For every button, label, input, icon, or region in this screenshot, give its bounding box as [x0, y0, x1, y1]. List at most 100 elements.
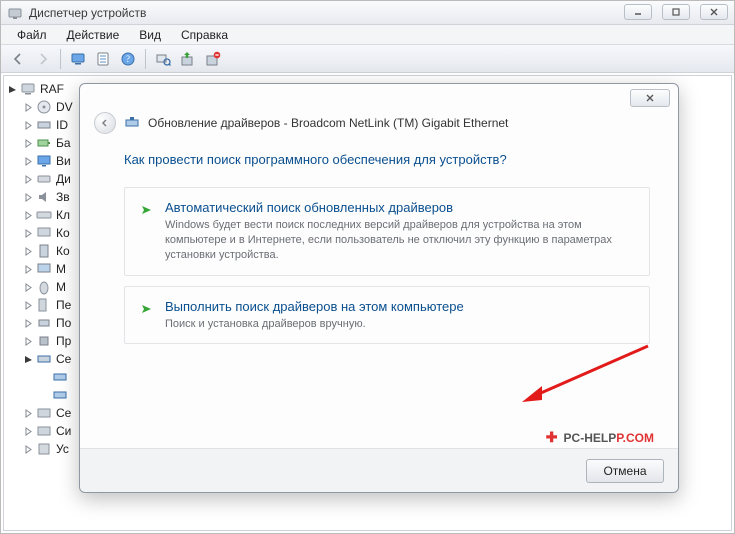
window-title: Диспетчер устройств — [29, 6, 146, 20]
tree-item-label: Ус — [56, 442, 69, 456]
watermark-text-a: PC-HELP — [564, 431, 617, 445]
toolbar-back-icon[interactable] — [7, 48, 29, 70]
collapse-icon[interactable] — [6, 83, 18, 95]
tree-item-label: Зв — [56, 190, 70, 204]
minimize-button[interactable] — [624, 4, 652, 20]
dialog-body: Как провести поиск программного обеспече… — [80, 142, 678, 448]
expand-icon[interactable] — [22, 101, 34, 113]
system-icon — [36, 405, 52, 421]
menu-help[interactable]: Справка — [171, 26, 238, 44]
app-icon — [7, 5, 23, 21]
watermark-text-b: P.COM — [616, 431, 654, 445]
tree-item-label: ID — [56, 118, 68, 132]
tree-item-label: Ди — [56, 172, 71, 186]
audio-icon — [36, 189, 52, 205]
expand-icon[interactable] — [22, 191, 34, 203]
dialog-title: Обновление драйверов - Broadcom NetLink … — [148, 116, 508, 130]
tree-item-label: М — [56, 262, 66, 276]
toolbar-uninstall-icon[interactable] — [202, 48, 224, 70]
expand-icon[interactable] — [22, 263, 34, 275]
expand-icon[interactable] — [22, 209, 34, 221]
nic-icon — [52, 387, 68, 403]
toolbar-scan-icon[interactable] — [152, 48, 174, 70]
collapse-icon[interactable] — [22, 353, 34, 365]
menu-action[interactable]: Действие — [57, 26, 130, 44]
toolbar: ? — [1, 45, 734, 73]
device-icon — [124, 115, 140, 131]
cancel-button[interactable]: Отмена — [586, 459, 664, 483]
dialog-header: Обновление драйверов - Broadcom NetLink … — [80, 112, 678, 142]
arrow-right-icon — [139, 299, 155, 332]
monitor-icon — [36, 261, 52, 277]
arrow-right-icon — [139, 200, 155, 263]
processor-icon — [36, 333, 52, 349]
expand-icon[interactable] — [22, 155, 34, 167]
dialog-back-button[interactable] — [94, 112, 116, 134]
option-auto-desc: Windows будет вести поиск последних верс… — [165, 218, 635, 263]
toolbar-update-driver-icon[interactable] — [177, 48, 199, 70]
titlebar: Диспетчер устройств — [1, 1, 734, 25]
maximize-button[interactable] — [662, 4, 690, 20]
menu-view[interactable]: Вид — [129, 26, 171, 44]
expand-icon[interactable] — [22, 281, 34, 293]
ide-icon — [36, 117, 52, 133]
menubar: Файл Действие Вид Справка — [1, 25, 734, 45]
option-browse-computer[interactable]: Выполнить поиск драйверов на этом компью… — [124, 286, 650, 345]
hid-icon — [36, 441, 52, 457]
keyboard-icon — [36, 207, 52, 223]
option-auto-search[interactable]: Автоматический поиск обновленных драйвер… — [124, 187, 650, 276]
tree-item-label: Ви — [56, 154, 71, 168]
plus-icon: ✚ — [546, 429, 558, 446]
computer-icon — [20, 81, 36, 97]
computer-icon — [36, 225, 52, 241]
toolbar-forward-icon[interactable] — [32, 48, 54, 70]
tree-item-label: Ко — [56, 244, 70, 258]
tree-item-label: DV — [56, 100, 73, 114]
tree-item-label: Пе — [56, 298, 71, 312]
nic-icon — [52, 369, 68, 385]
menu-file[interactable]: Файл — [7, 26, 57, 44]
dialog-footer: Отмена — [80, 448, 678, 492]
tree-item-label: Се — [56, 352, 71, 366]
expand-icon[interactable] — [22, 245, 34, 257]
watermark: ✚ PC-HELPP.COM — [546, 429, 654, 446]
dialog-topstrip — [80, 84, 678, 112]
tree-item-label: М — [56, 280, 66, 294]
tree-item-label: Ко — [56, 226, 70, 240]
tree-item-label: Си — [56, 424, 71, 438]
dialog-close-button[interactable] — [630, 89, 670, 107]
tree-root-label: RAF — [40, 82, 64, 96]
expand-icon[interactable] — [22, 227, 34, 239]
driver-update-dialog: Обновление драйверов - Broadcom NetLink … — [79, 83, 679, 493]
option-auto-title: Автоматический поиск обновленных драйвер… — [165, 200, 635, 215]
svg-text:?: ? — [126, 54, 130, 64]
expand-icon[interactable] — [22, 137, 34, 149]
port-icon — [36, 315, 52, 331]
option-browse-title: Выполнить поиск драйверов на этом компью… — [165, 299, 635, 314]
tree-item-label: По — [56, 316, 71, 330]
disc-icon — [36, 99, 52, 115]
expand-icon[interactable] — [22, 317, 34, 329]
tree-item-label: Пр — [56, 334, 71, 348]
dialog-question: Как провести поиск программного обеспече… — [124, 152, 650, 167]
expand-icon[interactable] — [22, 425, 34, 437]
close-button[interactable] — [700, 4, 728, 20]
mouse-icon — [36, 279, 52, 295]
expand-icon[interactable] — [22, 443, 34, 455]
system-icon — [36, 423, 52, 439]
expand-icon[interactable] — [22, 407, 34, 419]
toolbar-properties-icon[interactable] — [92, 48, 114, 70]
usb-icon — [36, 243, 52, 259]
portable-icon — [36, 297, 52, 313]
toolbar-help-icon[interactable]: ? — [117, 48, 139, 70]
expand-icon[interactable] — [22, 299, 34, 311]
window-controls — [624, 4, 728, 20]
expand-icon[interactable] — [22, 173, 34, 185]
tree-item-label: Ба — [56, 136, 71, 150]
toolbar-computer-icon[interactable] — [67, 48, 89, 70]
battery-icon — [36, 135, 52, 151]
expand-icon[interactable] — [22, 119, 34, 131]
display-icon — [36, 153, 52, 169]
expand-icon[interactable] — [22, 335, 34, 347]
network-icon — [36, 351, 52, 367]
